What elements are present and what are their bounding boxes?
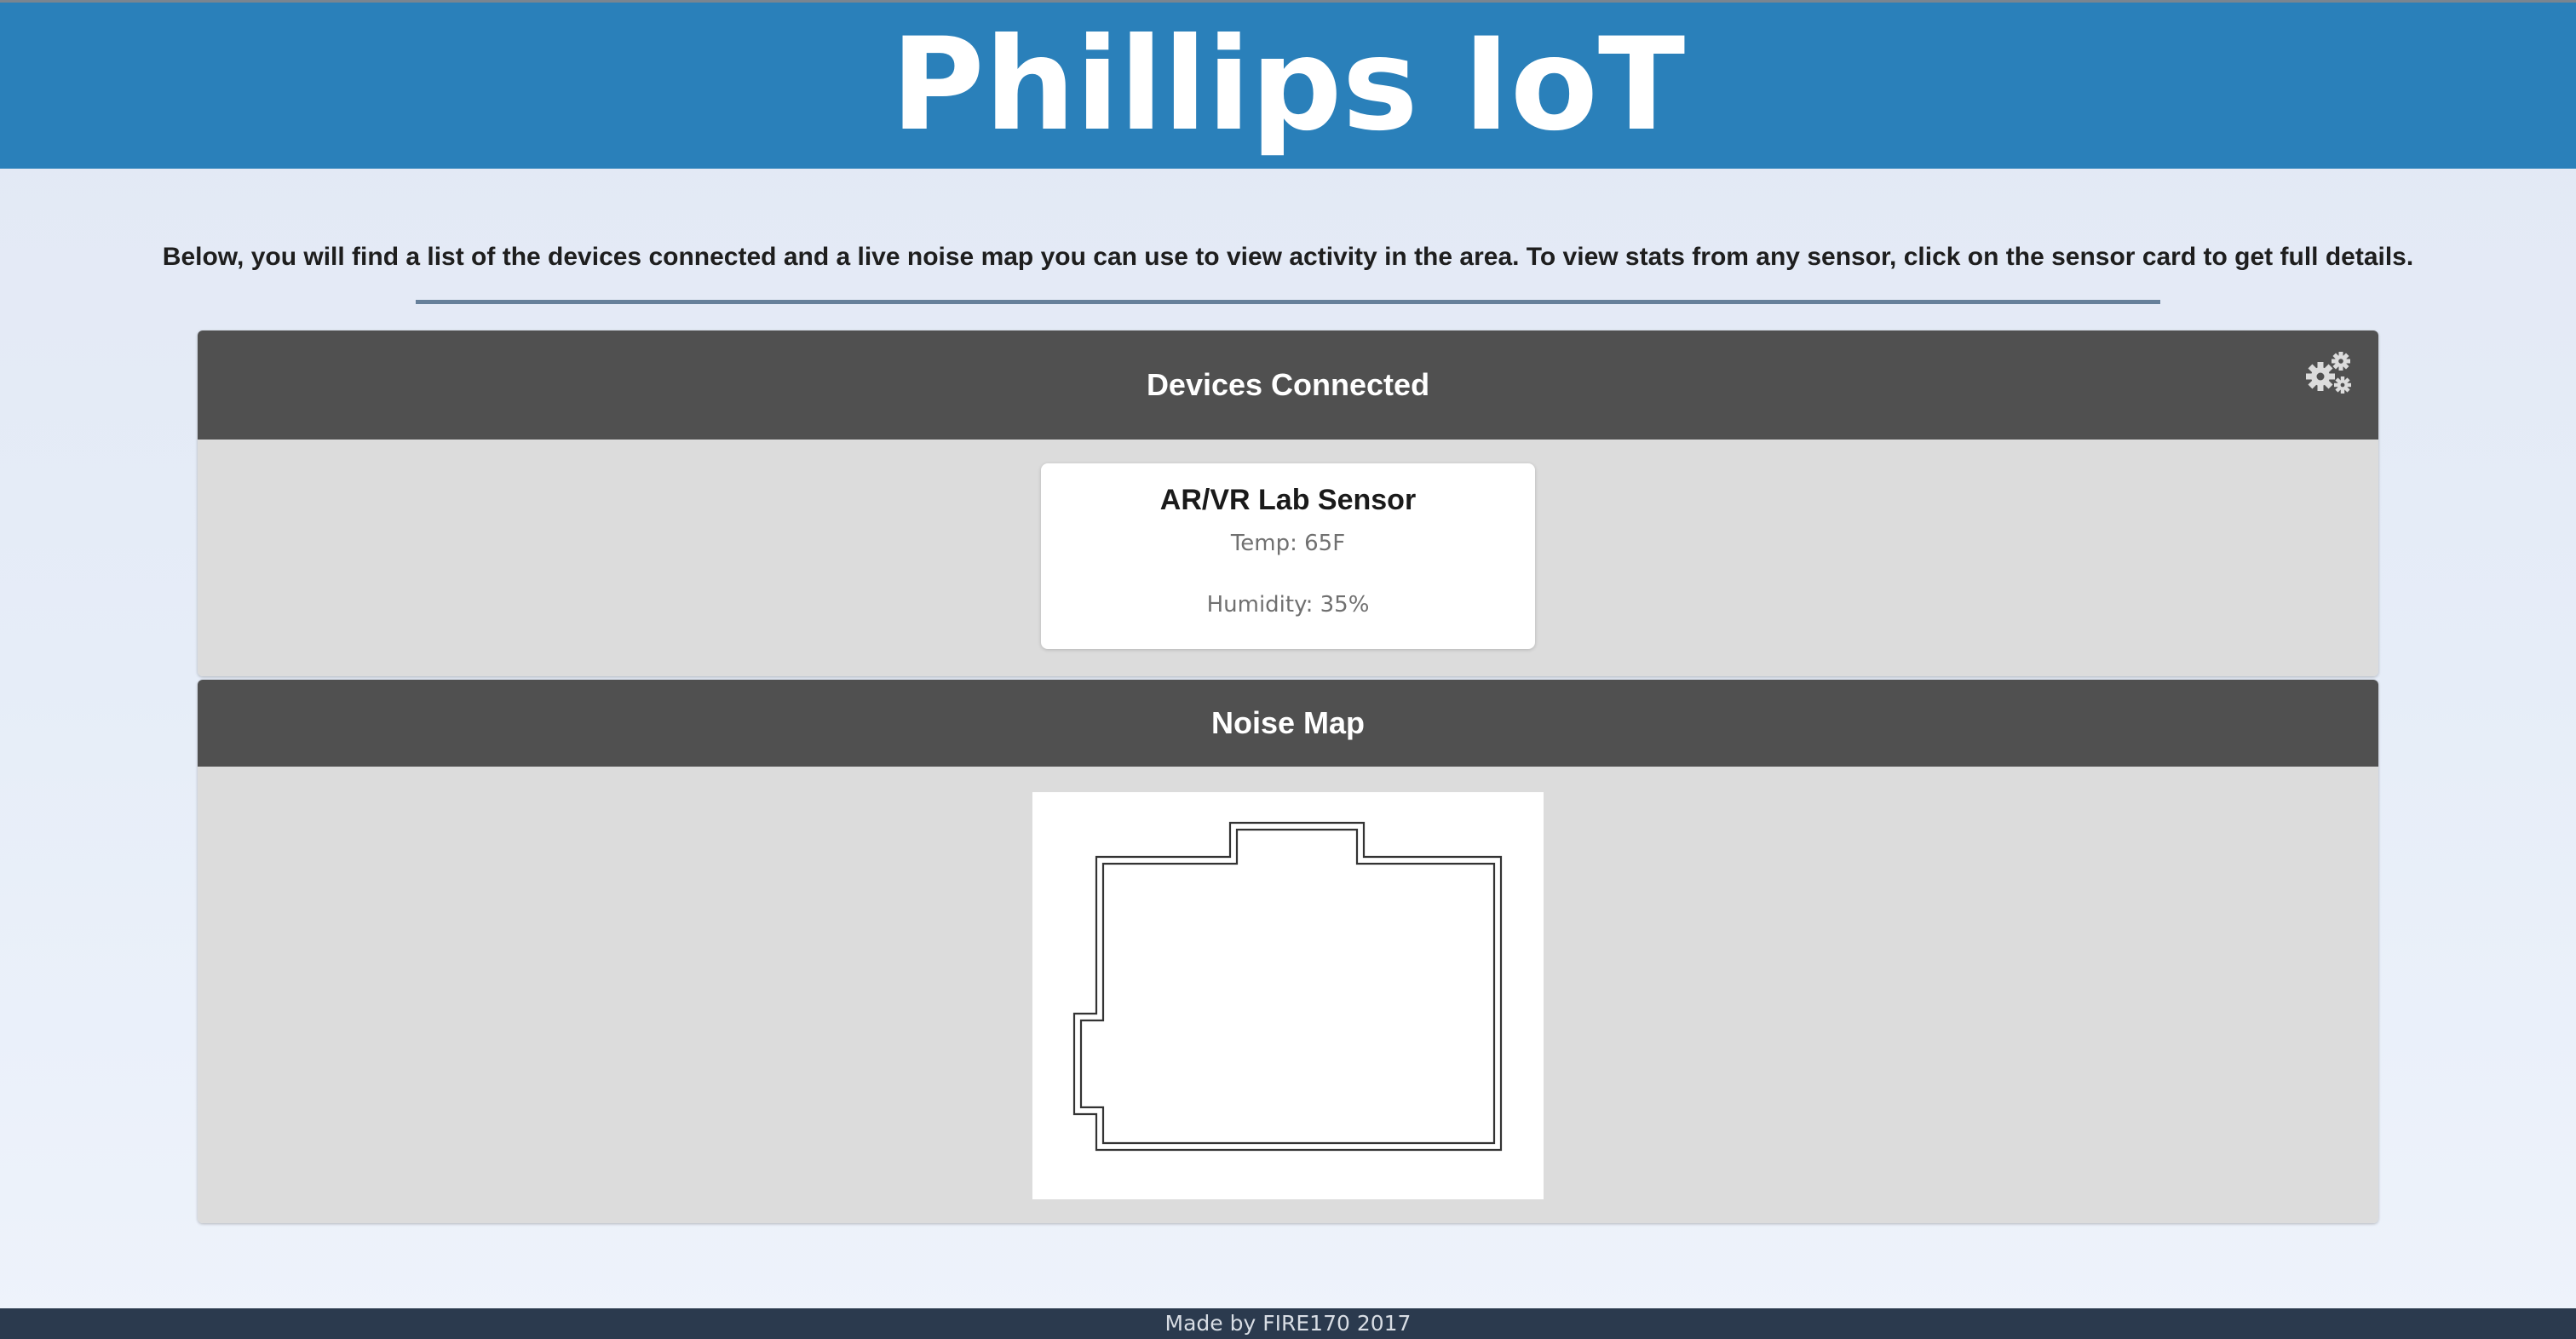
noise-map[interactable] (1032, 792, 1544, 1199)
footer: Made by FIRE170 2017 (0, 1308, 2576, 1339)
intro-text: Below, you will find a list of the devic… (162, 243, 2414, 271)
noise-map-panel-body (198, 767, 2378, 1223)
noise-map-panel-title: Noise Map (1210, 705, 1366, 740)
devices-panel-title: Devices Connected (1146, 367, 1430, 402)
floorplan-outline (1072, 821, 1503, 1152)
section-divider (416, 300, 2160, 304)
sensor-temp: Temp: 65F (1230, 531, 1346, 556)
devices-panel-body: AR/VR Lab Sensor Temp: 65F Humidity: 35% (198, 440, 2378, 676)
noise-map-panel-header: Noise Map (198, 680, 2378, 767)
devices-panel: Devices Connected AR/VR Lab Sensor Temp:… (198, 330, 2378, 676)
sensor-card-arvr-lab[interactable]: AR/VR Lab Sensor Temp: 65F Humidity: 35% (1041, 463, 1535, 649)
sensor-humidity: Humidity: 35% (1206, 592, 1370, 618)
gears-icon[interactable] (2303, 349, 2355, 397)
noise-map-panel: Noise Map (198, 680, 2378, 1223)
site-title: Phillips IoT (890, 10, 1686, 159)
site-header: Phillips IoT (0, 0, 2576, 169)
sensor-name: AR/VR Lab Sensor (1159, 484, 1417, 516)
devices-panel-header: Devices Connected (198, 330, 2378, 440)
